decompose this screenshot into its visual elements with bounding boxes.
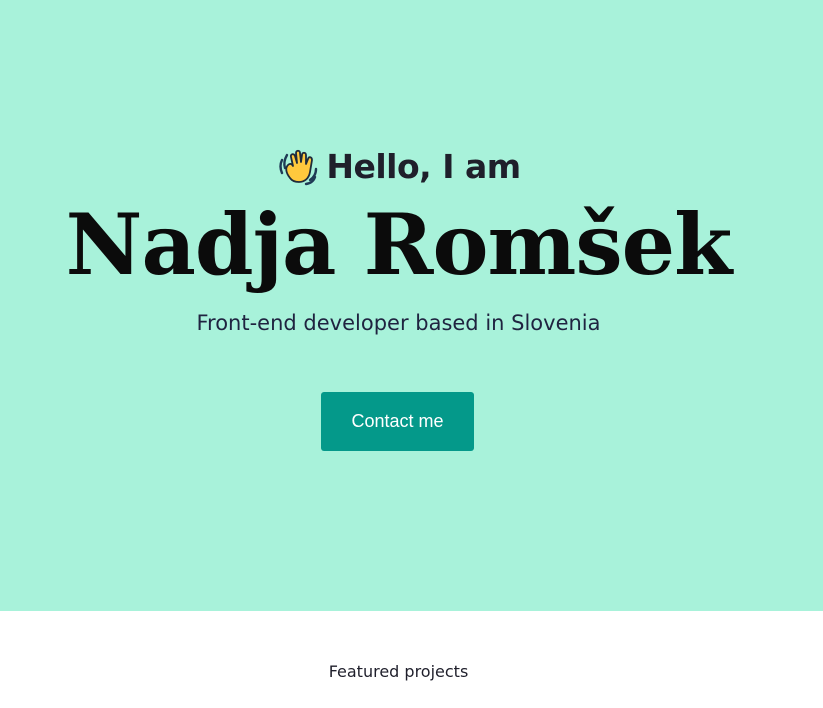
greeting-heading: Hello, I am bbox=[0, 146, 797, 186]
hero-name: Nadja Romšek bbox=[65, 195, 733, 294]
waving-hand-icon bbox=[279, 149, 318, 186]
hero-subtitle: Front-end developer based in Slovenia bbox=[196, 311, 601, 335]
featured-projects-heading: Featured projects bbox=[328, 662, 469, 681]
hero-section: Hello, I am Nadja Romšek Front-end devel… bbox=[0, 0, 823, 611]
contact-me-button[interactable]: Contact me bbox=[321, 392, 474, 451]
greeting-text: Hello, I am bbox=[326, 147, 521, 186]
